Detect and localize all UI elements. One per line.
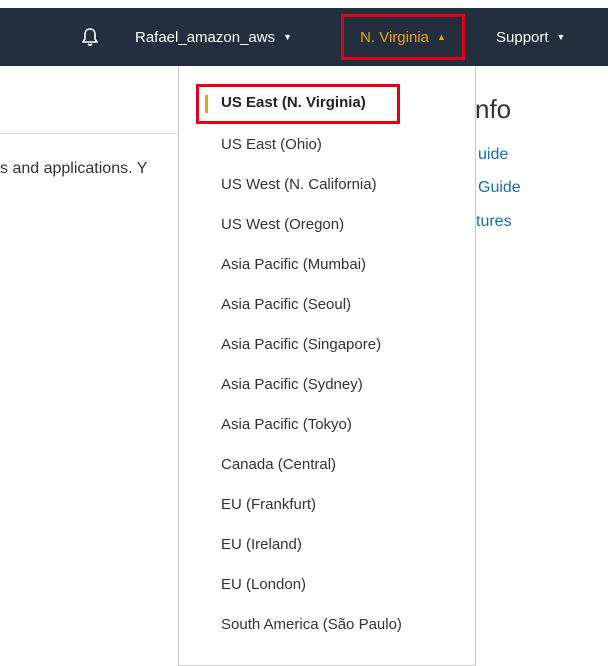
selected-region-highlight [196,84,400,124]
region-item-asia-pacific-mumbai[interactable]: Asia Pacific (Mumbai) [221,256,366,273]
navigation-bar: Rafael_amazon_aws ▼ N. Virginia ▲ Suppor… [0,8,608,66]
notifications-button[interactable] [78,8,102,66]
page-body-text: s and applications. Y [0,160,148,177]
region-item-asia-pacific-sydney[interactable]: Asia Pacific (Sydney) [221,376,363,393]
account-menu-button[interactable]: Rafael_amazon_aws ▼ [135,8,292,66]
info-link-1[interactable]: uide [478,146,518,164]
region-item-us-east-ohio[interactable]: US East (Ohio) [221,136,322,153]
region-item-asia-pacific-seoul[interactable]: Asia Pacific (Seoul) [221,296,351,313]
account-label: Rafael_amazon_aws [135,28,276,46]
content-divider [0,133,182,134]
selected-region-marker [205,95,208,113]
chevron-down-icon: ▼ [283,32,293,42]
info-heading: nfo [475,94,512,124]
region-selector-button[interactable]: N. Virginia ▲ [341,14,465,60]
support-menu-button[interactable]: Support ▼ [496,8,565,66]
bell-icon [82,28,98,46]
chevron-down-icon: ▼ [556,32,566,42]
region-item-canada-central[interactable]: Canada (Central) [221,456,336,473]
chevron-up-icon: ▲ [437,32,446,42]
region-item-us-west-oregon[interactable]: US West (Oregon) [221,216,344,233]
region-item-us-west-n-california[interactable]: US West (N. California) [221,176,377,193]
info-link-2[interactable]: Guide [478,179,538,197]
region-dropdown-menu: US East (N. Virginia) US East (Ohio) US … [178,66,476,666]
region-item-asia-pacific-tokyo[interactable]: Asia Pacific (Tokyo) [221,416,352,433]
region-item-eu-frankfurt[interactable]: EU (Frankfurt) [221,496,316,513]
region-item-eu-london[interactable]: EU (London) [221,576,306,593]
region-label: N. Virginia [360,28,429,46]
region-item-eu-ireland[interactable]: EU (Ireland) [221,536,302,553]
support-label: Support [496,28,549,46]
info-link-3[interactable]: tures [476,213,528,231]
region-item-asia-pacific-singapore[interactable]: Asia Pacific (Singapore) [221,336,381,353]
region-item-south-america-sao-paulo[interactable]: South America (São Paulo) [221,616,402,633]
